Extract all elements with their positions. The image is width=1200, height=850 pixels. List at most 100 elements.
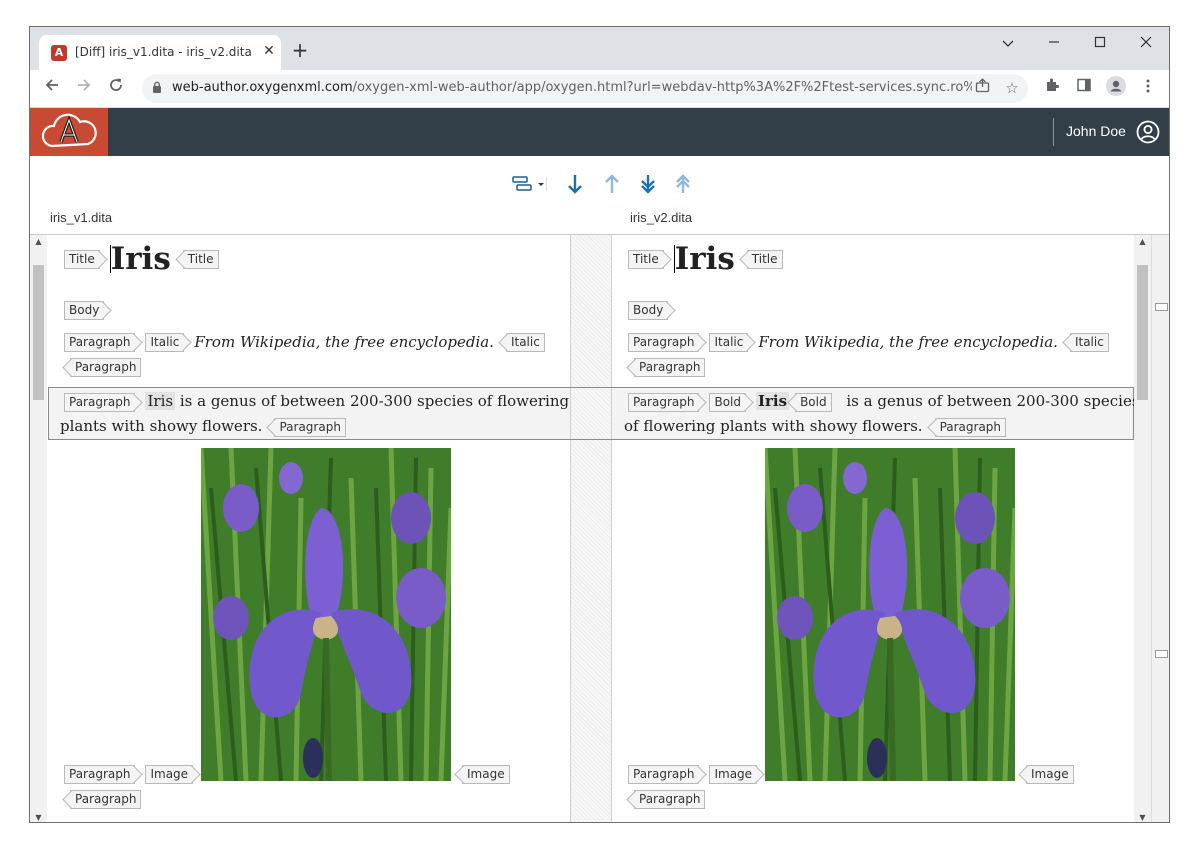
paragraph-close-tag[interactable]: Paragraph	[934, 417, 1007, 437]
change-marker[interactable]	[1155, 303, 1168, 311]
chevron-down-icon[interactable]	[985, 32, 1031, 56]
kebab-menu-icon[interactable]	[1136, 76, 1160, 100]
italic-text[interactable]: From Wikipedia, the free encyclopedia.	[758, 333, 1058, 351]
paragraph-second-line: of flowering plants with showy flowers. P…	[624, 414, 1016, 439]
diff-toolbar	[30, 156, 1169, 206]
changed-word-bold[interactable]: Iris	[756, 392, 790, 410]
diff-overview-ruler[interactable]	[1151, 235, 1169, 822]
scrollbar-thumb[interactable]	[33, 265, 44, 400]
scroll-up-icon[interactable]: ▲	[30, 235, 47, 249]
paragraph-close-line: Paragraph	[612, 357, 1134, 377]
body-open-tag[interactable]: Body	[628, 301, 669, 320]
url-text[interactable]: web-author.oxygenxml.com/oxygen-xml-web-…	[172, 80, 972, 95]
paragraph-close-tag[interactable]: Paragraph	[70, 358, 142, 377]
title-close-tag[interactable]: Title	[182, 249, 219, 269]
image-close-line: Image	[456, 764, 520, 784]
paragraph-second-line: plants with showy flowers. Paragraph	[60, 414, 356, 439]
left-scrollbar[interactable]: ▲ ▼	[30, 235, 47, 822]
right-file-name: iris_v2.dita	[630, 210, 693, 225]
bold-open-tag[interactable]: Bold	[709, 392, 746, 412]
scroll-down-icon[interactable]: ▼	[30, 811, 47, 822]
image-open-tag[interactable]: Image	[709, 765, 758, 784]
paragraph-text[interactable]: plants with showy flowers.	[60, 417, 262, 435]
url-path: /oxygen-xml-web-author/app/oxygen.html?u…	[352, 80, 972, 95]
image-open-tag[interactable]: Image	[145, 765, 194, 784]
scrollbar-thumb[interactable]	[1137, 265, 1148, 400]
oxygen-logo[interactable]	[30, 108, 108, 156]
paragraph-close-line: Paragraph	[612, 789, 1134, 809]
title-close-tag[interactable]: Title	[746, 249, 783, 269]
profile-icon[interactable]	[1104, 76, 1128, 100]
diff-options-icon[interactable]	[511, 172, 547, 196]
share-icon[interactable]	[972, 78, 992, 98]
back-icon[interactable]	[40, 76, 64, 100]
last-change-icon[interactable]	[636, 172, 660, 196]
right-scrollbar[interactable]: ▲ ▼	[1134, 235, 1151, 822]
scroll-up-icon[interactable]: ▲	[1134, 235, 1151, 249]
changed-word[interactable]: Iris	[145, 392, 176, 410]
browser-tab[interactable]: A [Diff] iris_v1.dita - iris_v2.dita - O…	[39, 35, 281, 70]
change-marker[interactable]	[1155, 650, 1168, 658]
left-file-name: iris_v1.dita	[50, 210, 113, 225]
italic-text[interactable]: From Wikipedia, the free encyclopedia.	[194, 333, 494, 351]
lock-icon	[153, 81, 161, 93]
paragraph-text[interactable]: is a genus of between 200-300 species	[846, 392, 1134, 410]
extensions-icon[interactable]	[1040, 76, 1064, 100]
body-open-tag[interactable]: Body	[64, 301, 105, 320]
user-name[interactable]: John Doe	[1066, 123, 1126, 139]
paragraph-close-tag[interactable]: Paragraph	[70, 790, 142, 809]
paragraph-open-tag[interactable]: Paragraph	[628, 333, 700, 352]
forward-icon[interactable]	[72, 76, 96, 100]
changed-paragraph[interactable]: Paragraph Bold Iris Bold is a genus of betw…	[612, 387, 1134, 440]
close-window-button[interactable]	[1123, 32, 1169, 56]
image-close-tag[interactable]: Image	[462, 765, 510, 784]
document-title[interactable]: Iris	[675, 241, 735, 277]
paragraph-close-tag[interactable]: Paragraph	[274, 417, 346, 437]
paragraph-open-tag[interactable]: Paragraph	[64, 765, 136, 784]
title-line: Title Iris Title	[612, 241, 1134, 277]
title-open-tag[interactable]: Title	[628, 249, 664, 269]
paragraph-close-tag[interactable]: Paragraph	[634, 790, 706, 809]
body-line: Body	[48, 300, 570, 320]
side-panel-icon[interactable]	[1072, 76, 1096, 100]
iris-flower-image[interactable]	[201, 448, 451, 781]
tab-strip: A [Diff] iris_v1.dita - iris_v2.dita - O…	[30, 27, 1169, 70]
maximize-button[interactable]	[1077, 32, 1123, 56]
document-title[interactable]: Iris	[111, 241, 171, 277]
iris-flower-image[interactable]	[765, 448, 1015, 781]
italic-close-tag[interactable]: Italic	[1069, 333, 1109, 352]
title-line: Title Iris Title	[48, 241, 570, 277]
minimize-button[interactable]	[1031, 32, 1077, 56]
image-close-tag[interactable]: Image	[1026, 765, 1074, 784]
italic-close-tag[interactable]: Italic	[505, 333, 545, 352]
bookmark-star-icon[interactable]: ☆	[1002, 78, 1022, 98]
bold-close-tag[interactable]: Bold	[795, 392, 832, 412]
paragraph-text[interactable]: of flowering plants with showy flowers.	[624, 417, 923, 435]
paragraph-close-tag[interactable]: Paragraph	[634, 358, 706, 377]
title-open-tag[interactable]: Title	[64, 249, 100, 269]
previous-change-icon[interactable]	[600, 172, 624, 196]
right-editor-pane[interactable]: Title Iris Title Body Paragraph Italic From …	[612, 235, 1134, 822]
reload-icon[interactable]	[104, 76, 128, 100]
tab-close-icon[interactable]: ✕	[259, 41, 279, 61]
first-change-icon[interactable]	[671, 172, 695, 196]
user-account-icon[interactable]	[1136, 120, 1160, 144]
diff-gutter	[570, 235, 612, 822]
changed-paragraph[interactable]: Paragraph Iris is a genus of between 200-…	[48, 387, 570, 440]
italic-open-tag[interactable]: Italic	[145, 333, 185, 352]
paragraph-open-tag[interactable]: Paragraph	[64, 392, 136, 412]
paragraph-open-tag[interactable]: Paragraph	[628, 765, 700, 784]
paragraph-open-tag[interactable]: Paragraph	[64, 333, 136, 352]
paragraph-close-line: Paragraph	[48, 357, 570, 377]
image-close-line: Image	[1020, 764, 1084, 784]
paragraph-open-tag[interactable]: Paragraph	[628, 392, 700, 412]
body-line: Body	[612, 300, 1134, 320]
new-tab-button[interactable]: +	[288, 39, 312, 63]
paragraph-first-line: Paragraph Bold Iris Bold is a genus of betw…	[628, 389, 1134, 414]
italic-open-tag[interactable]: Italic	[709, 333, 749, 352]
next-change-icon[interactable]	[563, 172, 587, 196]
omnibox[interactable]: web-author.oxygenxml.com/oxygen-xml-web-…	[142, 74, 1028, 103]
paragraph-text[interactable]: is a genus of between 200-300 species of…	[180, 392, 569, 410]
scroll-down-icon[interactable]: ▼	[1134, 811, 1151, 822]
left-editor-pane[interactable]: Title Iris Title Body Paragraph Italic From …	[48, 235, 570, 822]
